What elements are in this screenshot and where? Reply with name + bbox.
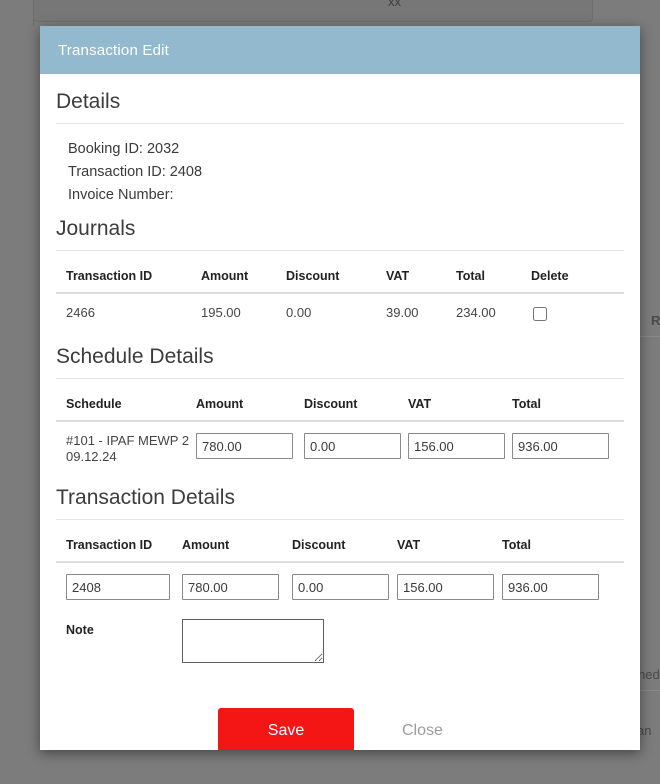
- transaction-cell-total: [502, 562, 624, 611]
- journals-cell-vat: 39.00: [386, 293, 456, 335]
- dialog-title: Transaction Edit: [58, 42, 169, 59]
- transaction-col-transaction-id: Transaction ID: [56, 534, 182, 562]
- note-label: Note: [56, 611, 182, 668]
- background-card: [33, 0, 593, 22]
- transaction-vat-input[interactable]: [397, 574, 494, 600]
- journals-col-vat: VAT: [386, 265, 456, 293]
- dialog-title-bar: Transaction Edit: [40, 26, 640, 74]
- table-row: #101 - IPAF MEWP 2 09.12.24: [56, 421, 624, 476]
- detail-booking-id: Booking ID: 2032: [68, 138, 624, 161]
- schedule-col-discount: Discount: [304, 393, 408, 421]
- schedule-cell-amount: [196, 421, 304, 476]
- transaction-amount-input[interactable]: [182, 574, 279, 600]
- detail-transaction-id: Transaction ID: 2408: [68, 161, 624, 184]
- journals-col-amount: Amount: [201, 265, 286, 293]
- transaction-total-input[interactable]: [502, 574, 599, 600]
- transaction-discount-input[interactable]: [292, 574, 389, 600]
- schedule-col-schedule: Schedule: [56, 393, 196, 421]
- schedule-cell-name: #101 - IPAF MEWP 2 09.12.24: [56, 421, 196, 476]
- schedule-amount-input[interactable]: [196, 433, 293, 459]
- transaction-cell-amount: [182, 562, 292, 611]
- schedule-col-amount: Amount: [196, 393, 304, 421]
- journals-col-delete: Delete: [531, 265, 624, 293]
- transaction-col-total: Total: [502, 534, 624, 562]
- note-field-cell: [182, 611, 624, 668]
- note-section: Note: [56, 611, 624, 668]
- schedule-col-total: Total: [512, 393, 624, 421]
- schedule-discount-input[interactable]: [304, 433, 401, 459]
- schedule-col-vat: VAT: [408, 393, 512, 421]
- schedule-header-row: Schedule Amount Discount VAT Total: [56, 393, 624, 421]
- journals-cell-delete: [531, 293, 624, 335]
- schedule-vat-input[interactable]: [408, 433, 505, 459]
- table-row: [56, 562, 624, 611]
- note-textarea[interactable]: [182, 619, 324, 663]
- schedule-total-input[interactable]: [512, 433, 609, 459]
- background-text-fragment-hed: hed: [638, 667, 660, 682]
- transaction-details-heading: Transaction Details: [56, 486, 624, 520]
- note-row: Note: [56, 611, 624, 668]
- background-text-fragment-r: R: [651, 313, 660, 328]
- schedule-cell-discount: [304, 421, 408, 476]
- dialog-footer: Save Close: [56, 708, 624, 750]
- journals-heading: Journals: [56, 217, 624, 251]
- detail-invoice-number: Invoice Number:: [68, 184, 624, 207]
- journals-col-total: Total: [456, 265, 531, 293]
- schedule-cell-total: [512, 421, 624, 476]
- journals-col-transaction-id: Transaction ID: [56, 265, 201, 293]
- transaction-header-row: Transaction ID Amount Discount VAT Total: [56, 534, 624, 562]
- schedule-name-text: #101 - IPAF MEWP 2 09.12.24: [66, 433, 196, 465]
- transaction-col-vat: VAT: [397, 534, 502, 562]
- table-row: 2466 195.00 0.00 39.00 234.00: [56, 293, 624, 335]
- dialog-body: Details Booking ID: 2032 Transaction ID:…: [40, 90, 640, 750]
- background-text-fragment-xx: xx: [388, 0, 401, 9]
- save-button[interactable]: Save: [218, 708, 354, 750]
- transaction-col-discount: Discount: [292, 534, 397, 562]
- journals-cell-discount: 0.00: [286, 293, 386, 335]
- journals-cell-total: 234.00: [456, 293, 531, 335]
- close-button[interactable]: Close: [394, 722, 451, 740]
- journals-cell-amount: 195.00: [201, 293, 286, 335]
- transaction-col-amount: Amount: [182, 534, 292, 562]
- transaction-id-input[interactable]: [66, 574, 170, 600]
- details-field-list: Booking ID: 2032 Transaction ID: 2408 In…: [56, 138, 624, 207]
- transaction-details-table: Transaction ID Amount Discount VAT Total: [56, 534, 624, 611]
- journals-col-discount: Discount: [286, 265, 386, 293]
- schedule-details-table: Schedule Amount Discount VAT Total #101 …: [56, 393, 624, 476]
- journals-table: Transaction ID Amount Discount VAT Total…: [56, 265, 624, 335]
- delete-checkbox[interactable]: [533, 307, 547, 321]
- transaction-edit-dialog: Transaction Edit Details Booking ID: 203…: [40, 26, 640, 750]
- schedule-details-heading: Schedule Details: [56, 345, 624, 379]
- transaction-cell-vat: [397, 562, 502, 611]
- journals-header-row: Transaction ID Amount Discount VAT Total…: [56, 265, 624, 293]
- schedule-cell-vat: [408, 421, 512, 476]
- journals-cell-transaction-id: 2466: [56, 293, 201, 335]
- transaction-cell-discount: [292, 562, 397, 611]
- details-heading: Details: [56, 90, 624, 124]
- transaction-cell-id: [56, 562, 182, 611]
